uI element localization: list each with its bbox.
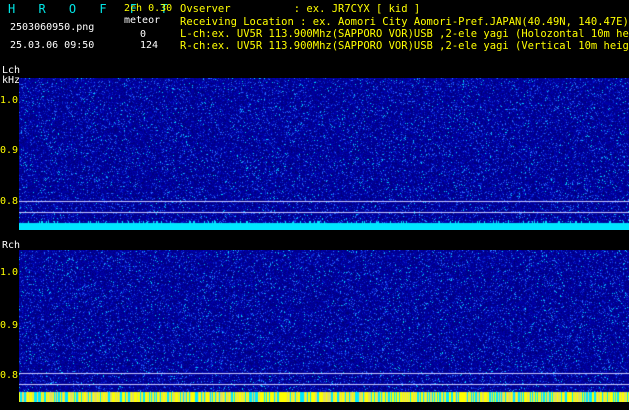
lch-freq-label-1-0: 1.0 — [0, 95, 19, 106]
channel-mode-label: 2ch 0.30 — [124, 3, 173, 14]
rch-waterfall — [19, 250, 629, 402]
rch-meteor-count: 124 — [140, 40, 159, 51]
location-line: Receiving Location : ex. Aomori City Aom… — [180, 16, 629, 28]
rch-freq-label-1-0: 1.0 — [0, 267, 19, 278]
lch-config-line: L-ch:ex. UV5R 113.900Mhz(SAPPORO VOR)USB… — [180, 28, 629, 40]
observer-line: Ovserver : ex. JR7CYX [ kid ] — [180, 3, 421, 15]
rch-label: Rch — [2, 240, 21, 251]
rch-config-line: R-ch:ex. UV5R 113.900Mhz(SAPPORO VOR)USB… — [180, 40, 629, 52]
khz-label: kHz — [2, 75, 21, 86]
datetime-label: 25.03.06 09:50 — [10, 40, 95, 51]
meteor-label: meteor — [124, 15, 161, 26]
rch-freq-label-0-8: 0.8 — [0, 370, 19, 381]
lch-freq-label-0-8: 0.8 — [0, 196, 19, 207]
lch-freq-label-0-9: 0.9 — [0, 145, 19, 156]
filename-label: 2503060950.png — [10, 22, 95, 33]
lch-waterfall — [19, 78, 629, 230]
rch-freq-label-0-9: 0.9 — [0, 320, 19, 331]
